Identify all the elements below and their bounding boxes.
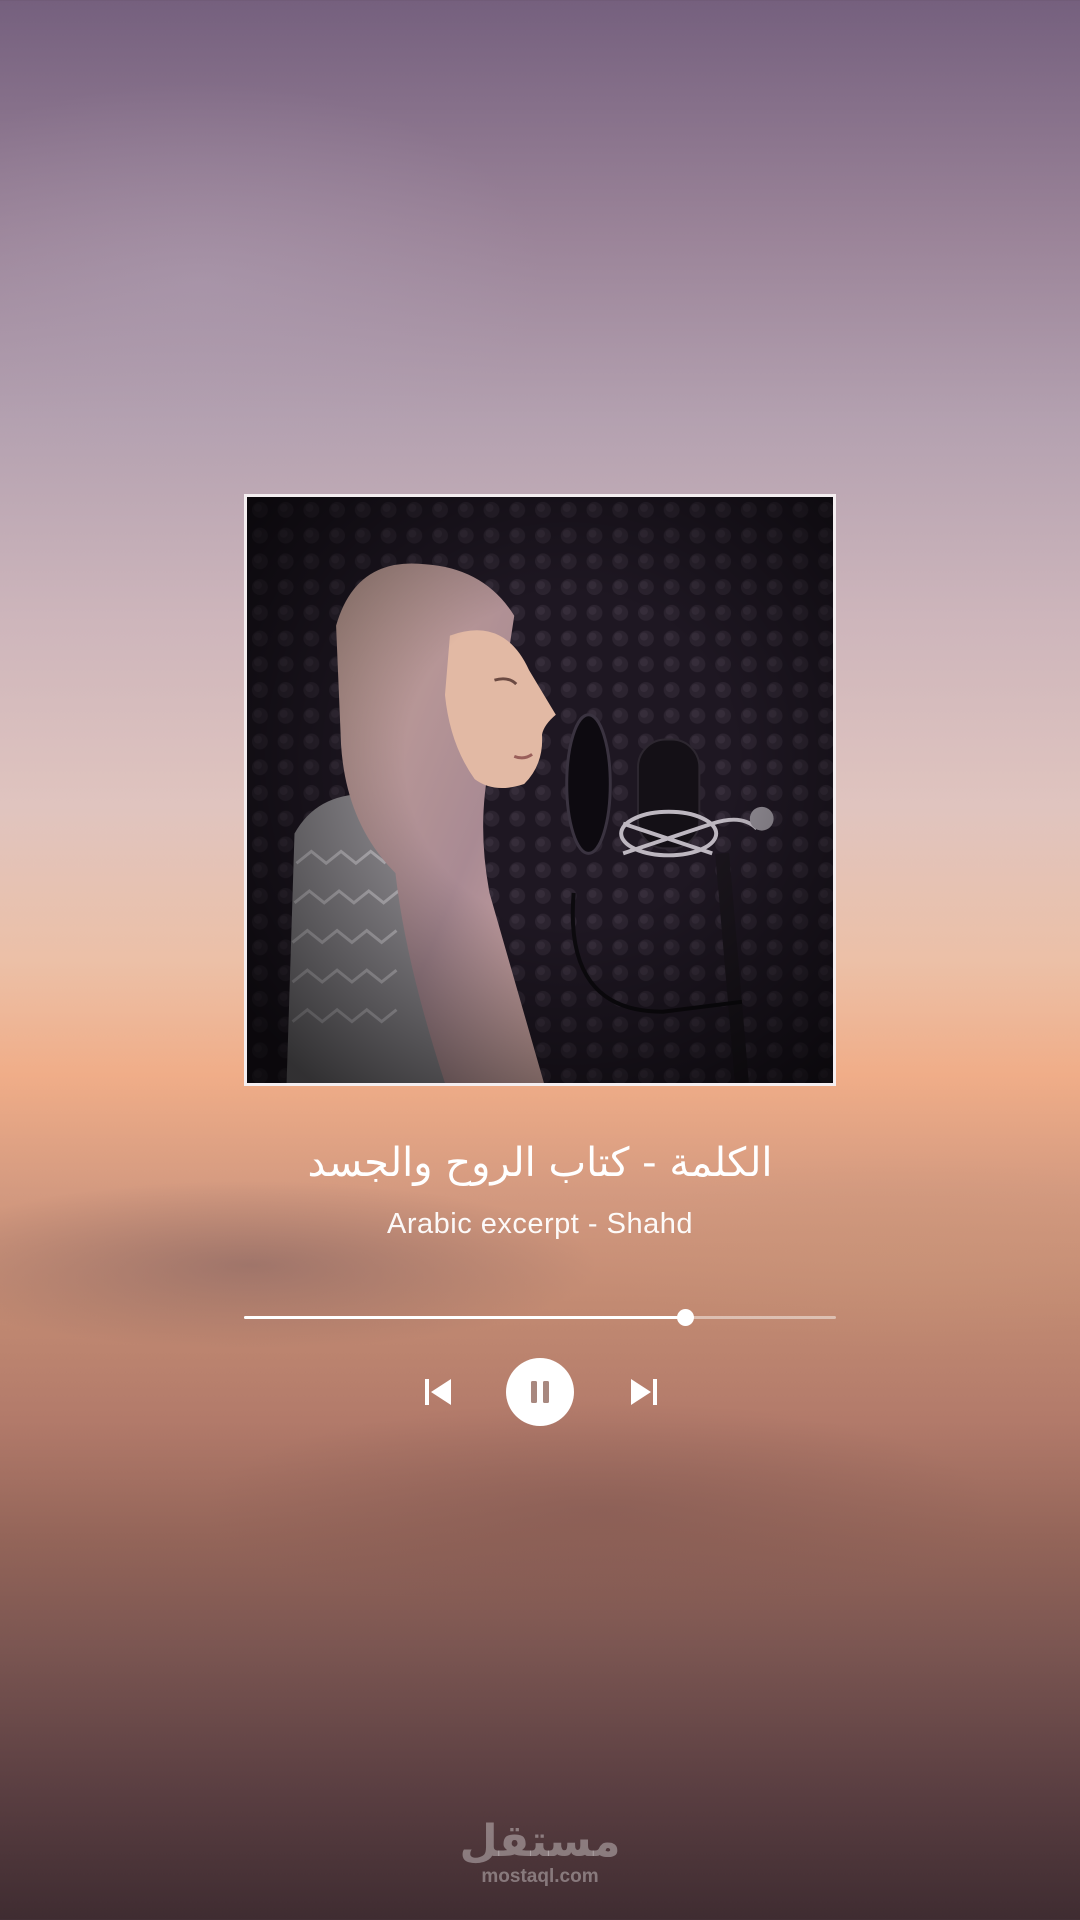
track-subtitle: Arabic excerpt - Shahd [387,1208,693,1240]
skip-previous-icon [425,1379,451,1405]
pause-icon [531,1381,549,1403]
playback-controls [0,1358,1080,1426]
previous-button[interactable] [418,1372,458,1412]
watermark-latin: mostaql.com [481,1866,599,1887]
progress-fill [244,1316,686,1319]
next-button[interactable] [624,1372,664,1412]
skip-next-icon [631,1379,657,1405]
watermark-arabic: مستقل [459,1816,621,1867]
pause-button[interactable] [506,1358,574,1426]
cover-photo [247,497,833,1083]
album-cover [244,494,836,1086]
track-title: الكلمة - كتاب الروح والجسد [307,1140,773,1186]
playback-progress-slider[interactable] [244,1309,836,1326]
watermark-logo: مستقل mostaql.com [0,1820,1080,1888]
progress-knob[interactable] [677,1309,695,1326]
